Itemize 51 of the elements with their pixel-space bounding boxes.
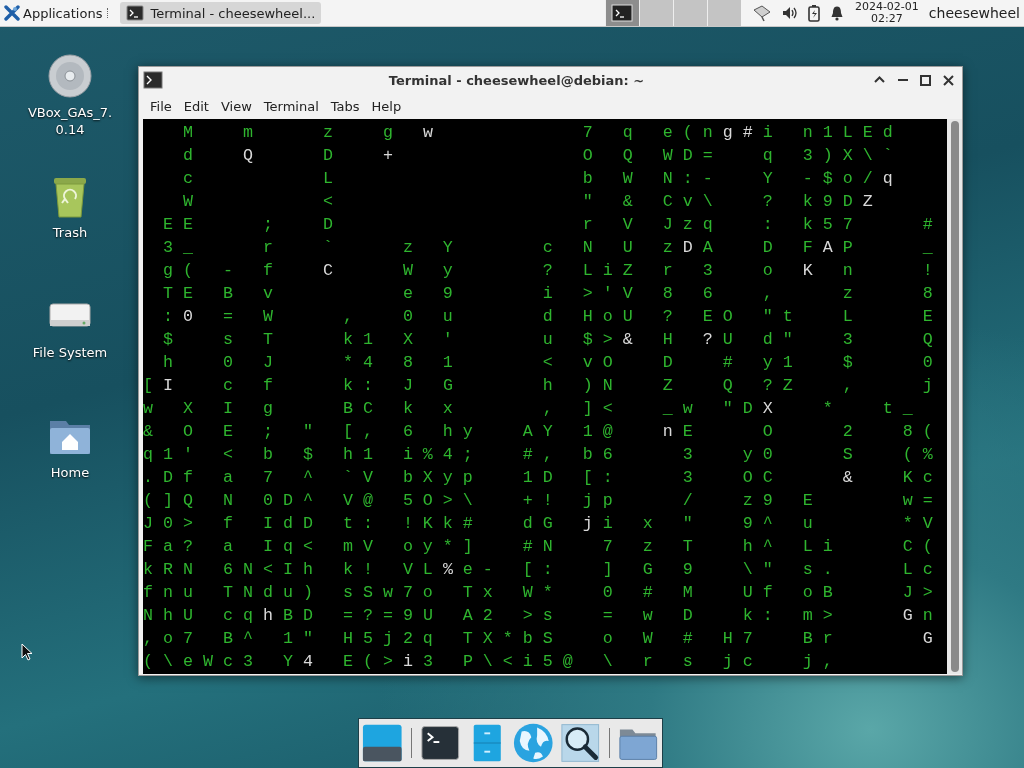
scrollbar[interactable] — [947, 119, 962, 674]
terminal-line: g ( - f C W y ? L i Z r 3 o K n ! — [162, 260, 934, 282]
window-title: Terminal - cheesewheel@debian: ~ — [387, 72, 646, 88]
mouse-pointer-icon — [21, 643, 33, 661]
terminal-line: h 0 J * 4 8 1 < v O D # y 1 $ 0 — [162, 352, 934, 374]
terminal-line: . D f a 7 ^ ` V b X y p 1 D [ : 3 O C & K c — [143, 467, 934, 489]
user-name[interactable]: cheesewheel — [928, 5, 1020, 21]
menu-item[interactable]: Terminal — [257, 98, 325, 114]
terminal-line: ( ] Q N 0 D ^ V @ 5 O > \ + ! j p / z 9 E w = — [143, 490, 934, 512]
clock-time: 02:27 — [871, 13, 903, 25]
terminal-line: k R N 6 N < I h k ! V L % e - [ : ] G 9 \ " s . L c — [143, 559, 934, 581]
terminal-line: W < " & C v \ ? k 9 D Z — [181, 191, 874, 213]
terminal-line: N h U c q h B D = ? = 9 U A 2 > s = w D k : m > G n — [143, 605, 934, 627]
terminal-line: E E ; D r V J z q : k 5 7 # — [162, 214, 934, 236]
terminal-line: w X I g B C k x , ] < _ w " D X * t _ — [143, 398, 914, 420]
terminal-line: F a ? a I q < m V o y * ] # N 7 z T h ^ L i C ( — [143, 536, 934, 558]
clock-date: 2024-02-01 — [854, 1, 919, 13]
battery-icon[interactable] — [806, 4, 821, 22]
desktop-icon-label[interactable]: VBox_GAs_7.0.14 — [26, 104, 114, 138]
terminal-line: q 1 ' < b $ h 1 i % 4 ; # , b 6 3 y 0 S ( % — [143, 444, 934, 466]
terminal-line: c L b W N : - Y - $ o / q — [181, 168, 894, 190]
applications-menu[interactable]: Applications — [23, 5, 103, 21]
terminal-line: T E B v e 9 i > ' V 8 6 , z 8 — [162, 283, 934, 305]
volume-icon[interactable] — [780, 5, 799, 21]
taskbar-button[interactable]: Terminal - cheesewheel... — [120, 2, 322, 24]
menu-item[interactable]: Help — [365, 98, 408, 114]
terminal-line: M m z g w 7 q e ( n g # i n 1 L E d — [181, 122, 894, 144]
workspace-button[interactable] — [604, 0, 639, 26]
menu-item[interactable]: File — [144, 98, 178, 114]
terminal-line: & O E ; " [ , 6 h y A Y 1 @ n E O 2 8 ( — [143, 421, 934, 443]
terminal-line: [ I c f k : J G h ) N Z Q ? Z , j — [143, 375, 934, 397]
desktop-icon-label[interactable]: Trash — [26, 224, 114, 241]
terminal-line: f n u T N d u ) s S w 7 o T x W * 0 # M U f o B J > — [143, 582, 934, 604]
terminal-icon[interactable] — [143, 71, 163, 89]
terminal-line: 3 _ r ` z Y c N U z D A D F A P _ — [162, 237, 934, 259]
disc-icon[interactable] — [46, 52, 94, 100]
x-logo-icon[interactable] — [4, 5, 20, 21]
terminal-line: ( \ e W c 3 Y 4 E ( > i 3 P \ < i 5 @ \ r s j c j , — [143, 651, 834, 673]
terminal-icon — [126, 5, 145, 21]
terminal-line: : 0 = W , 0 u d H o U ? E O " t L E — [162, 306, 934, 328]
minimize-icon — [897, 79, 908, 81]
menu-item[interactable]: Tabs — [324, 98, 366, 114]
magnifier-icon[interactable] — [559, 721, 602, 765]
desktop-icon-label[interactable]: File System — [26, 344, 114, 361]
menu-item[interactable]: View — [214, 98, 258, 114]
terminal-line: J 0 > f I d D t : ! K k # d G j i x " 9 ^ u * V — [143, 513, 934, 535]
terminal-line: d Q D + O Q W D = q 3 ) X \ ` — [181, 145, 894, 167]
terminal-line: , o 7 B ^ 1 " H 5 j 2 q T X * b S o W # H 7 B r G — [143, 628, 934, 650]
terminal-line: $ s T k 1 X ' u $ > & H ? U d " 3 Q — [162, 329, 934, 351]
desktop-icon-label[interactable]: Home — [26, 464, 114, 481]
menu-item[interactable]: Edit — [177, 98, 215, 114]
